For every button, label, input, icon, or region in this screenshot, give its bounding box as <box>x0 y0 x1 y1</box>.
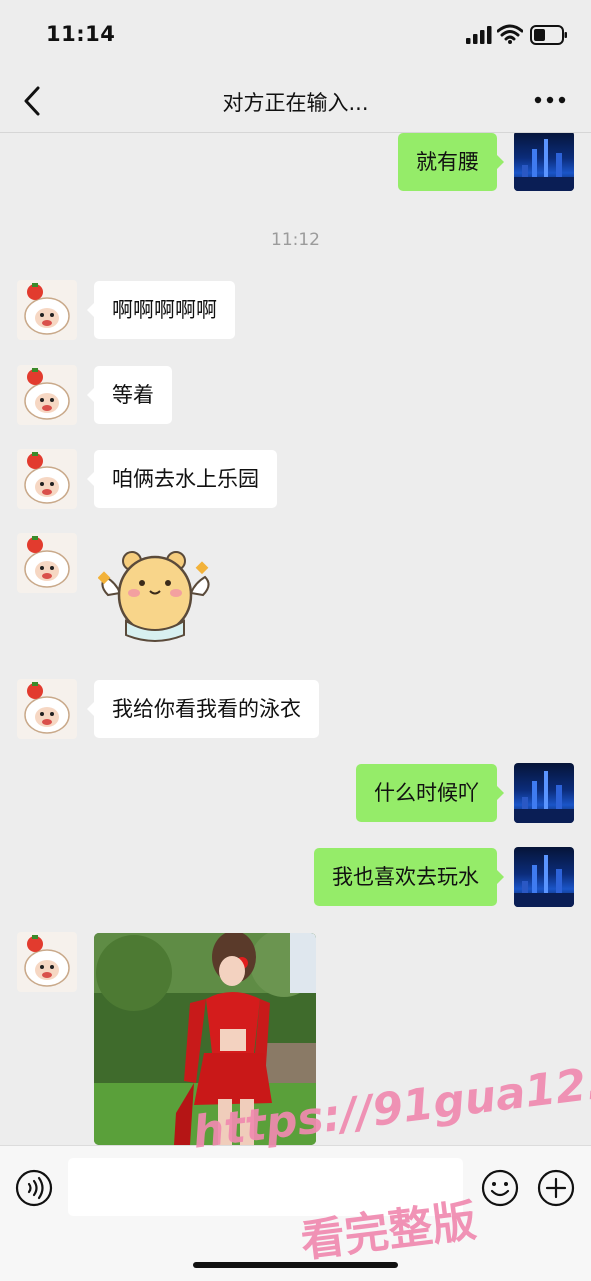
more-options-icon[interactable] <box>532 88 568 112</box>
message-bubble-outgoing[interactable]: 我也喜欢去玩水 <box>314 848 504 906</box>
contact-avatar[interactable] <box>17 365 77 425</box>
wifi-icon <box>497 24 523 44</box>
contact-avatar[interactable] <box>17 932 77 992</box>
status-bar: 11:14 <box>0 0 591 70</box>
chat-header: 对方正在输入... <box>0 70 591 133</box>
sheep-cartoon-avatar <box>24 283 70 335</box>
message-bubble-outgoing[interactable]: 就有腰 <box>398 133 504 191</box>
emoji-icon[interactable] <box>481 1169 519 1207</box>
message-timestamp: 11:12 <box>271 230 320 250</box>
message-bubble-outgoing[interactable]: 什么时候吖 <box>356 764 504 822</box>
city-night-image <box>514 139 574 191</box>
voice-icon[interactable] <box>15 1169 53 1207</box>
add-icon[interactable] <box>537 1169 575 1207</box>
sheep-cartoon-avatar <box>24 536 70 588</box>
my-avatar[interactable] <box>514 847 574 907</box>
sheep-cartoon-avatar <box>24 935 70 987</box>
signal-icon <box>466 26 492 44</box>
message-bubble-incoming[interactable]: 啊啊啊啊啊 <box>87 281 235 339</box>
message-bubble-incoming[interactable]: 咱俩去水上乐园 <box>87 450 277 508</box>
contact-avatar[interactable] <box>17 280 77 340</box>
message-bubble-incoming[interactable]: 等着 <box>87 366 172 424</box>
contact-avatar[interactable] <box>17 533 77 593</box>
home-indicator <box>193 1262 398 1268</box>
battery-icon <box>530 25 567 45</box>
chat-message-list[interactable]: 就有腰 11:12 啊啊啊啊啊 等着 咱俩去水上乐园 我给你看我看的泳衣 什么时… <box>0 133 591 1145</box>
input-bar <box>0 1145 591 1281</box>
status-time: 11:14 <box>46 22 116 46</box>
sheep-cartoon-avatar <box>24 368 70 420</box>
chat-title: 对方正在输入... <box>222 91 369 115</box>
city-night-image <box>514 771 574 823</box>
city-night-image <box>514 855 574 907</box>
my-avatar[interactable] <box>514 133 574 191</box>
message-bubble-incoming[interactable]: 我给你看我看的泳衣 <box>87 680 319 738</box>
contact-avatar[interactable] <box>17 449 77 509</box>
sheep-cartoon-avatar <box>24 682 70 734</box>
sheep-cartoon-avatar <box>24 452 70 504</box>
contact-avatar[interactable] <box>17 679 77 739</box>
my-avatar[interactable] <box>514 763 574 823</box>
bear-sticker[interactable] <box>98 543 213 658</box>
